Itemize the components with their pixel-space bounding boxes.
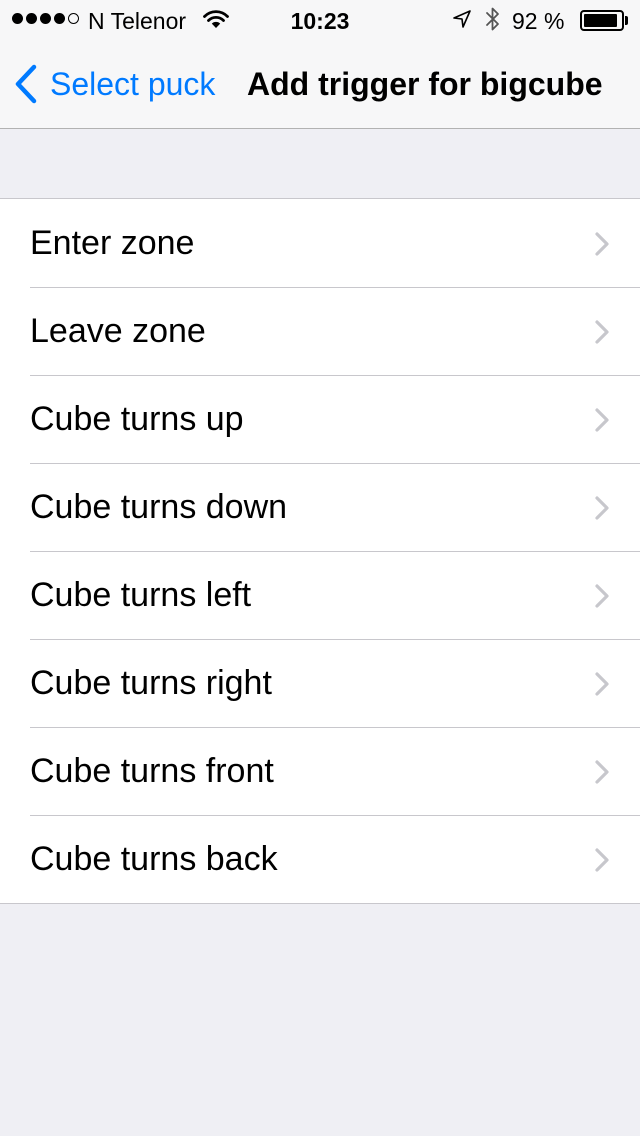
trigger-row-1[interactable]: Enter zone [0,199,640,287]
battery-percentage: 92 % [512,8,565,34]
trigger-row-7[interactable]: Cube turns front [0,727,640,815]
trigger-row-6[interactable]: Cube turns right [0,639,640,727]
bluetooth-icon [486,7,499,31]
trigger-label: Cube turns front [30,752,274,790]
chevron-right-icon [595,848,609,872]
trigger-list: Enter zone Leave zone Cube turns up Cube… [0,198,640,904]
chevron-left-icon [15,64,37,104]
location-arrow-icon [453,10,471,28]
back-button-label: Select puck [50,66,216,102]
chevron-right-icon [595,584,609,608]
trigger-label: Cube turns down [30,488,288,526]
chevron-right-icon [595,320,609,344]
trigger-row-4[interactable]: Cube turns down [0,463,640,551]
battery-icon [580,10,624,31]
chevron-right-icon [595,672,609,696]
status-bar: N Telenor 10:23 92 % [0,0,640,40]
trigger-label: Cube turns right [30,664,272,702]
page-title: Add trigger for bigcube [247,66,603,102]
trigger-label: Cube turns back [30,840,278,878]
chevron-right-icon [595,408,609,432]
trigger-row-8[interactable]: Cube turns back [0,815,640,903]
trigger-label: Leave zone [30,312,206,350]
chevron-right-icon [595,760,609,784]
trigger-row-2[interactable]: Leave zone [0,287,640,375]
header: N Telenor 10:23 92 % Select puck Add tri… [0,0,640,129]
trigger-label: Enter zone [30,224,195,262]
trigger-row-3[interactable]: Cube turns up [0,375,640,463]
trigger-row-5[interactable]: Cube turns left [0,551,640,639]
battery-terminal [625,16,628,25]
trigger-label: Cube turns left [30,576,252,614]
trigger-label: Cube turns up [30,400,244,438]
navigation-bar: Select puck Add trigger for bigcube [0,40,640,128]
battery-level-fill [584,14,618,27]
chevron-right-icon [595,232,609,256]
chevron-right-icon [595,496,609,520]
back-button[interactable]: Select puck [14,60,215,108]
